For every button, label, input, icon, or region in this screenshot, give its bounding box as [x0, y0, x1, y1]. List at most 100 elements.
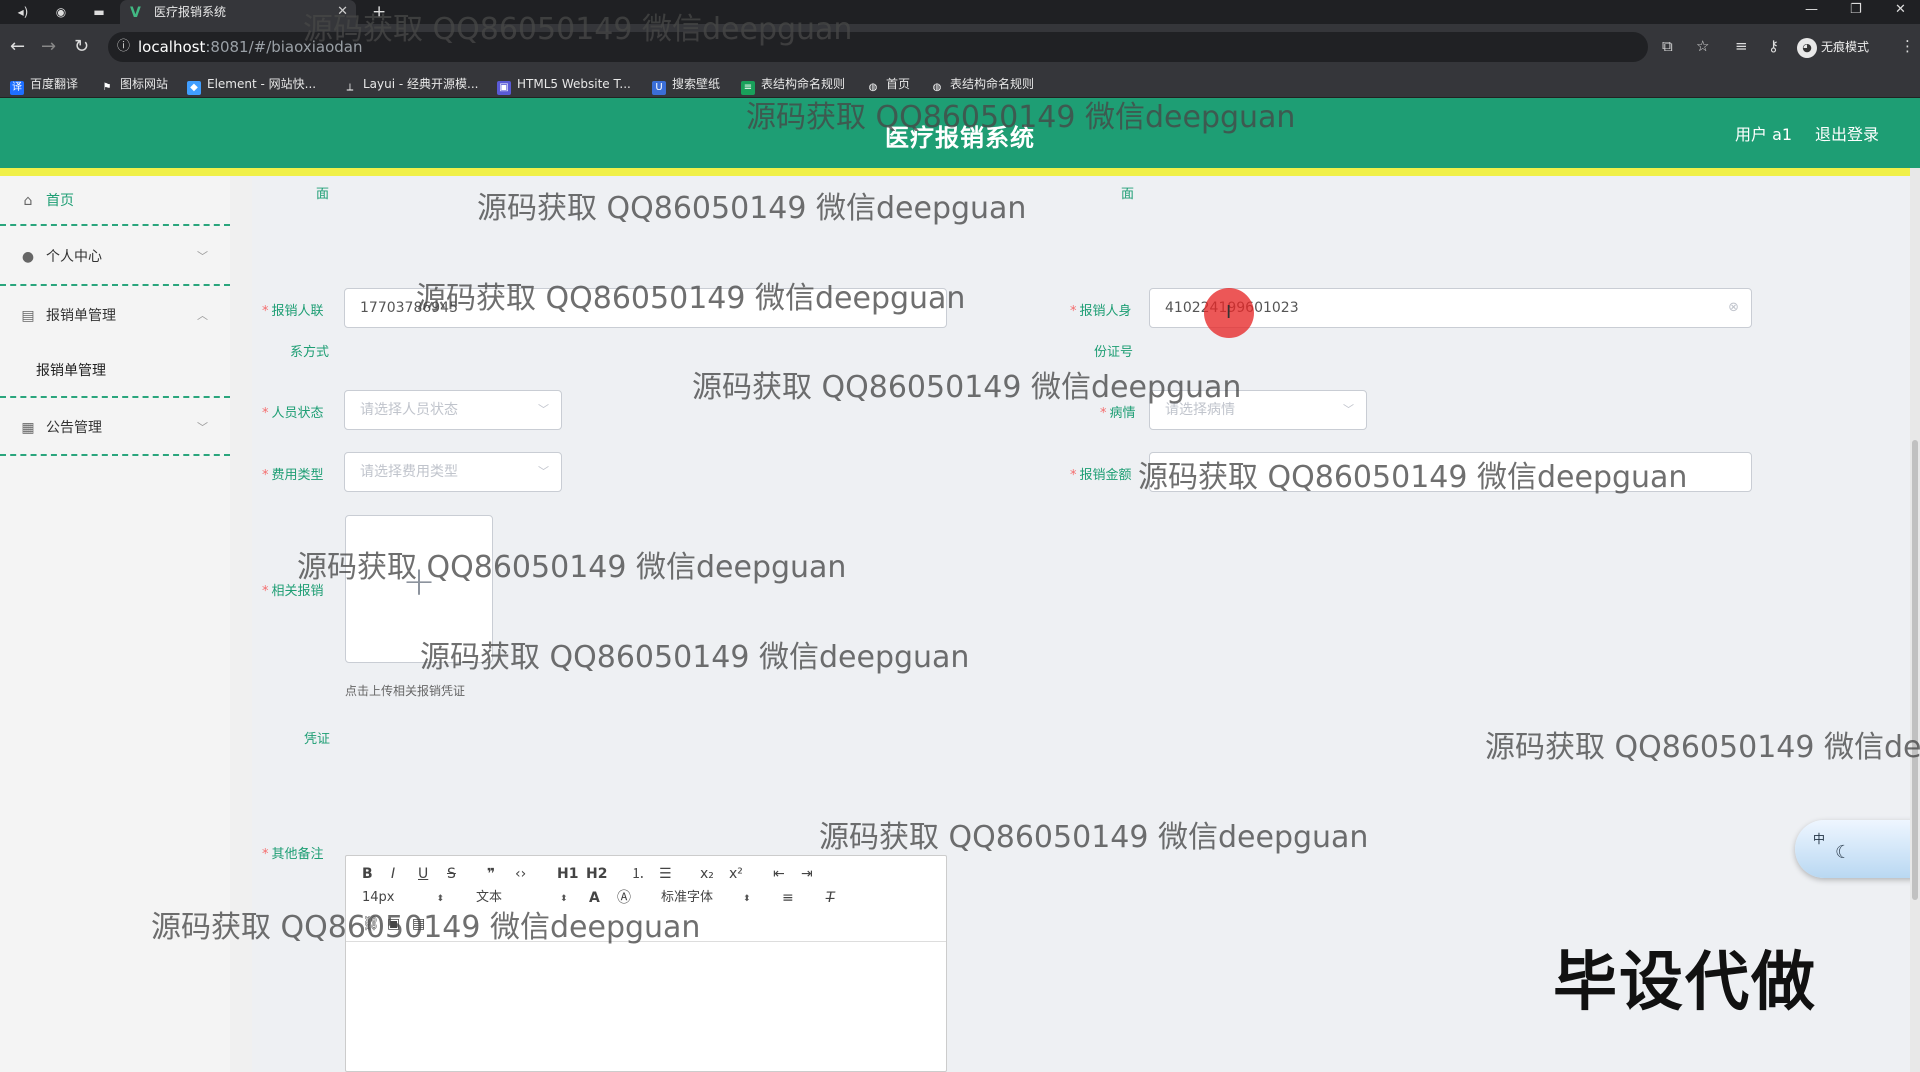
h1-button[interactable]: H1 — [557, 864, 578, 884]
sidebar-item-personal-center[interactable]: ● 个人中心 ﹀ — [0, 228, 230, 286]
bookmark-item[interactable]: ⟂ Layui - 经典开源模... — [343, 70, 479, 98]
ime-widget[interactable]: 中 ☾ — [1795, 820, 1920, 878]
logout-link[interactable]: 退出登录 — [1815, 121, 1879, 145]
illness-label-text: 病情 — [1109, 406, 1136, 421]
strike-button[interactable]: S — [447, 864, 456, 884]
header-underline — [0, 168, 1920, 176]
amount-input[interactable] — [1149, 452, 1752, 492]
new-tab-icon[interactable]: + — [372, 0, 386, 24]
url-input[interactable]: ⓘ localhost:8081/#/biaoxiaodan — [108, 32, 1648, 62]
paragraph-select[interactable]: 文本 ⬍ — [476, 888, 568, 909]
sidebar-item-home[interactable]: ⌂ 首页 — [0, 176, 230, 226]
site-info-icon[interactable]: ⓘ — [117, 32, 130, 62]
status-placeholder: 请选择人员状态 — [360, 402, 458, 418]
wallpaper-icon: U — [652, 81, 666, 95]
outdent-icon[interactable]: ⇤ — [773, 864, 785, 884]
clear-format-icon[interactable]: T̶ — [826, 888, 835, 908]
status-select[interactable]: 请选择人员状态 ﹀ — [344, 390, 562, 430]
code-icon[interactable]: ‹› — [515, 864, 526, 884]
bookmark-item[interactable]: ◆ Element - 网站快... — [187, 70, 316, 98]
browser-tab-strip: ◂) ◉ ▬ V 医疗报销系统 ✕ + — ❐ ✕ — [0, 0, 1920, 24]
bookmark-item[interactable]: ▣ HTML5 Website T... — [497, 70, 631, 98]
illness-label: * 病情 — [1100, 406, 1136, 421]
tab-active[interactable]: V 医疗报销系统 ✕ — [120, 0, 356, 24]
form-label-fragment: 面 — [316, 187, 330, 202]
tab-title: 医疗报销系统 — [154, 5, 227, 19]
voucher-label: * 相关报销 — [262, 584, 324, 599]
audio-icon[interactable]: ◂) — [14, 3, 32, 21]
bookmark-item[interactable]: ◍ 首页 — [866, 70, 910, 98]
voucher-upload[interactable]: + — [345, 515, 493, 663]
image-icon[interactable]: ▣ — [387, 914, 400, 934]
font-family-select[interactable]: 标准字体 ⬍ — [661, 888, 751, 909]
phone-input[interactable]: 17703786945 — [344, 288, 947, 328]
illness-select[interactable]: 请选择病情 ﹀ — [1149, 390, 1367, 430]
scrollbar-thumb[interactable] — [1912, 440, 1918, 900]
phone-label-text: 报销人联 — [271, 304, 324, 319]
reading-list-icon[interactable]: ≡ — [1735, 37, 1748, 55]
italic-button[interactable]: I — [391, 864, 395, 884]
tab-close-icon[interactable]: ✕ — [337, 0, 348, 24]
restore-icon[interactable]: ❐ — [1850, 0, 1862, 20]
fee-type-placeholder: 请选择费用类型 — [360, 464, 458, 480]
font-size-select[interactable]: 14px ⬍ — [362, 888, 444, 909]
clear-icon[interactable]: ⊗ — [1728, 289, 1739, 327]
rich-text-editor[interactable]: B I U S ❞ ‹› H1 H2 ⒈ ☰ x₂ x² ⇤ ⇥ 14px ⬍ 文… — [345, 855, 947, 1072]
ordered-list-icon[interactable]: ⒈ — [631, 864, 645, 884]
incognito-label: 无痕模式 — [1821, 40, 1870, 54]
status-label: * 人员状态 — [262, 406, 324, 421]
idcard-label: * 报销人身 — [1070, 304, 1132, 319]
bookmark-item[interactable]: 译百度翻译 — [10, 70, 78, 98]
background-color-icon[interactable]: Ⓐ — [617, 888, 631, 908]
bookmark-item[interactable]: ◍ 表结构命名规则 — [930, 70, 1034, 98]
submenu-reimbursement-manage[interactable]: 报销单管理 — [0, 344, 230, 398]
element-icon: ◆ — [187, 81, 201, 95]
idcard-label-text: 报销人身 — [1079, 304, 1132, 319]
subscript-icon[interactable]: x₂ — [700, 864, 714, 884]
h2-button[interactable]: H2 — [586, 864, 607, 884]
browser-menu-icon[interactable]: ⋮ — [1900, 37, 1915, 55]
sidebar-item-reimbursement[interactable]: ▤ 报销单管理 ︿ — [0, 288, 230, 344]
key-icon[interactable]: ⚷ — [1768, 37, 1779, 55]
upload-tip: 点击上传相关报销凭证 — [345, 684, 466, 698]
table-icon: ≡ — [741, 81, 755, 95]
user-name[interactable]: 用户 a1 — [1735, 121, 1792, 145]
translate-icon[interactable]: ⧉ — [1662, 37, 1673, 55]
idcard-label-cont: 份证号 — [1094, 345, 1134, 360]
minimize-icon[interactable]: — — [1805, 0, 1818, 20]
reload-icon[interactable]: ↻ — [74, 37, 89, 57]
fee-type-select[interactable]: 请选择费用类型 ﹀ — [344, 452, 562, 492]
voucher-label-cont: 凭证 — [304, 732, 331, 747]
align-icon[interactable]: ≡ — [782, 888, 794, 908]
indent-icon[interactable]: ⇥ — [801, 864, 813, 884]
briefcase-icon: ▤ — [21, 308, 35, 324]
chevron-down-icon: ﹀ — [538, 403, 549, 416]
window-close-icon[interactable]: ✕ — [1895, 0, 1906, 20]
video-icon[interactable]: ▤ — [412, 914, 425, 934]
link-icon[interactable]: ⛓ — [362, 914, 380, 934]
superscript-icon[interactable]: x² — [729, 864, 743, 884]
tab-search-icon[interactable]: ▬ — [90, 3, 108, 21]
bullet-list-icon[interactable]: ☰ — [659, 864, 672, 884]
remark-label-text: 其他备注 — [271, 847, 324, 862]
vue-favicon-icon: V — [130, 5, 141, 21]
back-icon[interactable]: ← — [10, 37, 25, 57]
page-scrollbar[interactable] — [1910, 168, 1920, 1072]
underline-button[interactable]: U — [418, 864, 428, 884]
bookmark-item[interactable]: U 搜索壁纸 — [652, 70, 720, 98]
promo-stamp: 毕设代做 — [1553, 946, 1817, 1020]
forward-icon[interactable]: → — [41, 37, 56, 57]
sidebar-item-notice[interactable]: ▦ 公告管理 ﹀ — [0, 400, 230, 456]
url-host: localhost — [138, 38, 206, 56]
incognito-indicator[interactable]: ◕ 无痕模式 — [1797, 36, 1869, 58]
quote-icon[interactable]: ❞ — [487, 864, 495, 884]
bookmark-item[interactable]: ≡ 表结构命名规则 — [741, 70, 845, 98]
bookmark-star-icon[interactable]: ☆ — [1696, 37, 1709, 55]
app-header: 医疗报销系统 用户 a1 退出登录 — [0, 98, 1920, 176]
select-arrow-icon: ⬍ — [436, 894, 445, 904]
bold-button[interactable]: B — [362, 864, 373, 884]
font-color-icon[interactable]: A — [589, 888, 600, 908]
browser-icon[interactable]: ◉ — [52, 3, 70, 21]
bookmark-item[interactable]: ⚑ 图标网站 — [100, 70, 169, 98]
select-arrow-icon: ⬍ — [560, 894, 568, 904]
